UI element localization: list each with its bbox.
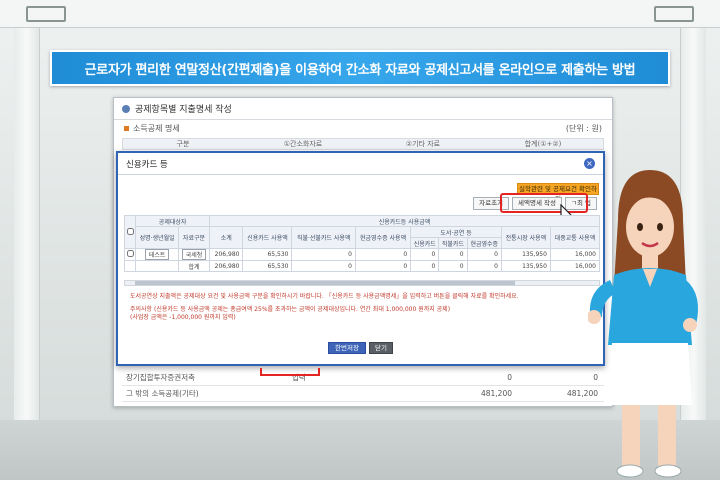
column-header: 자료구분 <box>177 226 210 249</box>
page-subtitle: 소득공제 명세 <box>133 123 180 133</box>
highlight-bracket <box>260 368 320 376</box>
column-header: 신용카드 <box>410 237 440 249</box>
total-cell: 206,980 <box>208 260 244 272</box>
title-banner: 근로자가 편리한 연말정산(간편제출)을 이용하여 간소화 자료와 공제신고서를… <box>50 50 670 86</box>
page-title-bar: 공제항목별 지출명세 작성 <box>114 98 612 120</box>
debit-cell[interactable]: 0 <box>291 248 356 261</box>
total-label: 합계 <box>177 260 210 272</box>
column-header: 성명·생년월일 <box>135 226 179 249</box>
row-checkbox-cell <box>123 248 137 261</box>
column-header: 전통시장 사용액 <box>500 226 551 249</box>
column-header: 직불·선불카드 사용액 <box>291 226 356 249</box>
modal-title: 신용카드 등 <box>126 159 168 170</box>
page-rows: 장기집합투자증권저축 입력 0 0 그 밖의 소득공제(기타) 481,200 … <box>114 370 612 402</box>
market-cell: 135,950 <box>500 260 551 272</box>
book-cash-cell[interactable]: 0 <box>466 248 502 261</box>
row-value: 0 <box>507 373 512 382</box>
book-debit-cell[interactable]: 0 <box>438 248 468 261</box>
head-cell: 합계(①+②) <box>524 140 562 148</box>
book-credit-cell[interactable]: 0 <box>410 248 440 261</box>
book-credit-cell: 0 <box>410 260 440 272</box>
modal-header: 신용카드 등 × <box>118 153 603 175</box>
column-header: 도서·공연 등 <box>410 226 502 238</box>
corner-ornament-left <box>26 6 66 22</box>
close-button[interactable]: 닫기 <box>368 342 393 354</box>
modal-footer: 한번저장 닫기 <box>118 342 603 354</box>
banner-title: 근로자가 편리한 연말정산(간편제출)을 이용하여 간소화 자료와 공제신고서를… <box>84 62 636 78</box>
table-row: 테스트 국세청 206,980 65,530 0 0 0 0 0 135,950… <box>123 248 601 261</box>
horizontal-scrollbar[interactable] <box>124 280 600 286</box>
market-cell[interactable]: 135,950 <box>500 248 551 261</box>
note-text: 도서공연상 지출액은 공제대상 요건 및 사용금액 구분을 확인하시기 바랍니다… <box>130 293 519 300</box>
column-header: 현금영수증 <box>466 237 502 249</box>
checkbox-col-header <box>123 215 137 249</box>
row-label: 그 밖의 소득공제(기타) <box>126 389 199 398</box>
note-text: (사업장 금액은 -1,000,000 원까지 입력) <box>130 314 236 321</box>
scrollbar-thumb[interactable] <box>135 281 515 285</box>
column-header: 공제대상자 <box>135 215 210 227</box>
square-bullet-icon <box>124 125 129 131</box>
card-usage-table: 공제대상자 신용카드등 사용금액 성명·생년월일 자료구분 소계 신용카드 사용… <box>123 215 601 272</box>
column-header: 신용카드등 사용금액 <box>208 215 601 227</box>
page-title: 공제항목별 지출명세 작성 <box>135 105 232 115</box>
row-checkbox[interactable] <box>126 250 134 257</box>
empty-cell <box>135 260 179 272</box>
cash-cell[interactable]: 0 <box>354 248 412 261</box>
type-cell[interactable]: 국세청 <box>177 248 210 261</box>
column-header: 현금영수증 사용액 <box>354 226 412 249</box>
pillar-left <box>14 28 40 480</box>
column-header: 신용카드 사용액 <box>242 226 293 249</box>
page-subtitle-bar: 소득공제 명세 (단위 : 원) <box>114 120 612 136</box>
top-border <box>0 0 720 28</box>
column-header: 직불카드 <box>438 237 468 249</box>
book-debit-cell: 0 <box>438 260 468 272</box>
table-row-total: 합계 206,980 65,530 0 0 0 0 0 135,950 16,0… <box>123 260 601 272</box>
name-select[interactable]: 테스트 <box>144 249 170 260</box>
table-row: 그 밖의 소득공제(기타) 481,200 481,200 <box>122 386 604 402</box>
debit-cell: 0 <box>291 260 356 272</box>
head-cell: ②기타 자료 <box>405 140 441 148</box>
total-cell: 206,980 <box>208 248 244 261</box>
table-row: 장기집합투자증권저축 입력 0 0 <box>122 370 604 386</box>
presenter-character-icon <box>588 170 699 478</box>
row-value: 481,200 <box>480 389 512 398</box>
column-header: 소계 <box>208 226 244 249</box>
head-cell: 구분 <box>176 140 190 148</box>
note-text: 주의사항 (신용카드 등 사용금액 공제는 총급여액 25%를 초과하는 금액이… <box>130 306 451 313</box>
credit-card-modal: 신용카드 등 × 실학관련 및 공제요건 확인하기 자료초기 세액명세 작성 ㄱ… <box>116 151 605 366</box>
page-table-header: 구분 ①간소화자료 ②기타 자료 합계(①+②) <box>122 138 604 150</box>
bullet-icon <box>122 104 130 113</box>
cash-cell: 0 <box>354 260 412 272</box>
unit-label: (단위 : 원) <box>565 123 602 133</box>
head-cell: ①간소화자료 <box>283 140 323 148</box>
name-cell[interactable]: 테스트 <box>135 248 179 261</box>
notes: 도서공연상 지출액은 공제대상 요건 및 사용금액 구분을 확인하시기 바랍니다… <box>130 293 595 322</box>
save-button[interactable]: 한번저장 <box>328 342 366 354</box>
credit-cell[interactable]: 65,530 <box>242 248 293 261</box>
select-all-checkbox[interactable] <box>126 227 134 235</box>
book-cash-cell: 0 <box>466 260 502 272</box>
credit-cell: 65,530 <box>242 260 293 272</box>
corner-ornament-right <box>654 6 694 22</box>
type-select[interactable]: 국세청 <box>181 249 207 260</box>
empty-cell <box>123 260 137 272</box>
